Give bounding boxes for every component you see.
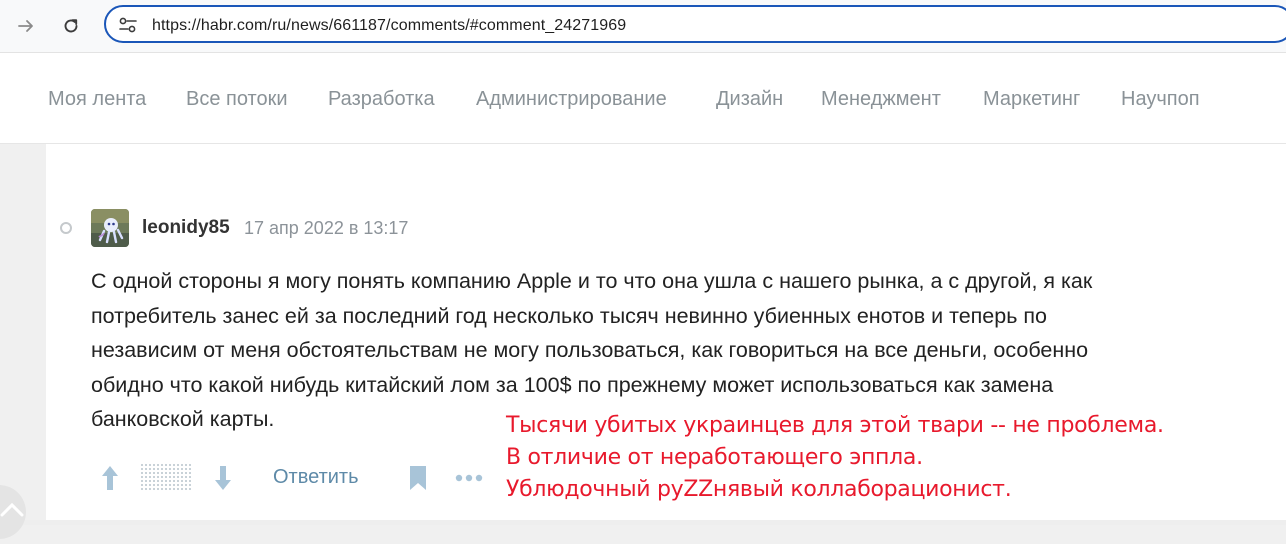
nav-item-popular-science[interactable]: Научпоп — [1121, 88, 1200, 111]
scroll-up-button[interactable] — [0, 485, 26, 539]
comment-line: обидно что какой нибудь китайский лом за… — [91, 372, 1054, 397]
arrow-right-icon — [18, 20, 33, 32]
more-icon — [455, 474, 483, 482]
bookmark-icon — [410, 466, 426, 490]
nav-item-development[interactable]: Разработка — [328, 88, 435, 111]
more-button[interactable] — [453, 470, 485, 486]
downvote-button[interactable] — [210, 462, 236, 494]
comment-line: независим от меня обстоятельствам не мог… — [91, 338, 1089, 362]
vote-score — [141, 464, 191, 492]
reply-button[interactable]: Ответить — [273, 466, 359, 489]
thread-marker[interactable] — [60, 222, 72, 234]
arrow-down-icon — [215, 466, 231, 490]
comment-line: потребитель занес ей за последний год не… — [91, 303, 1047, 328]
arrow-up-icon — [102, 466, 118, 490]
bookmark-button[interactable] — [406, 463, 430, 493]
reload-button[interactable] — [58, 13, 84, 39]
avatar[interactable] — [91, 209, 129, 247]
site-navigation: Моя лента Все потоки Разработка Админист… — [0, 53, 1286, 144]
score-hidden-pattern — [141, 464, 191, 492]
comment-author[interactable]: leonidy85 — [142, 217, 230, 239]
comment-timestamp[interactable]: 17 апр 2022 в 13:17 — [244, 218, 408, 239]
nav-item-all-streams[interactable]: Все потоки — [186, 88, 288, 111]
comment-line: С одной стороны я могу понять компанию A… — [91, 269, 1093, 293]
nav-item-design[interactable]: Дизайн — [716, 88, 783, 111]
upvote-button[interactable] — [97, 462, 123, 494]
annotation-line: В отличие от неработающего эппла. — [506, 445, 923, 470]
overlay-annotation: Тысячи убитых украинцев для этой твари -… — [506, 410, 1164, 506]
browser-toolbar: https://habr.com/ru/news/661187/comments… — [0, 0, 1286, 53]
nav-item-administration[interactable]: Администрирование — [476, 88, 667, 111]
tune-icon[interactable] — [118, 16, 138, 34]
annotation-line: Тысячи убитых украинцев для этой твари -… — [506, 413, 1164, 438]
nav-item-my-feed[interactable]: Моя лента — [48, 88, 146, 111]
nav-item-management[interactable]: Менеджмент — [821, 88, 941, 111]
page-divider — [0, 520, 1286, 525]
reload-icon — [64, 19, 78, 33]
avatar-image — [91, 209, 129, 247]
forward-button[interactable] — [13, 13, 39, 39]
chevron-up-icon — [0, 502, 24, 517]
address-bar[interactable]: https://habr.com/ru/news/661187/comments… — [104, 5, 1286, 43]
url-text: https://habr.com/ru/news/661187/comments… — [152, 17, 627, 34]
annotation-line: Ублюдочный руZZнявый коллаборационист. — [506, 477, 1012, 502]
nav-item-marketing[interactable]: Маркетинг — [983, 88, 1080, 111]
